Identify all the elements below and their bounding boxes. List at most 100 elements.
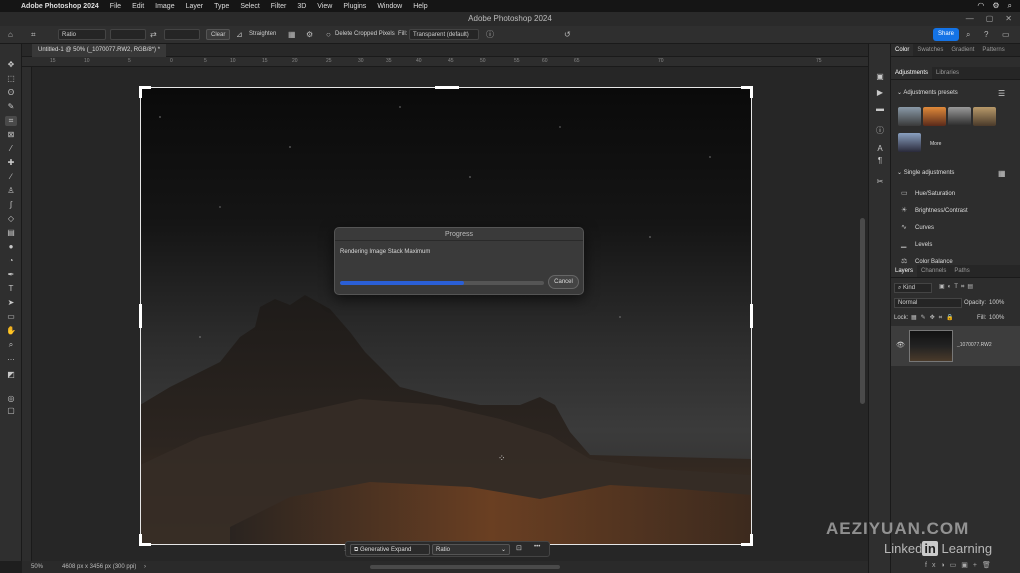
zoom-tool-icon[interactable]: ⌕ xyxy=(5,340,17,350)
status-menu-icon[interactable]: › xyxy=(144,561,146,573)
menu-image[interactable]: Image xyxy=(155,3,174,10)
history-brush-icon[interactable]: ∫ xyxy=(5,200,17,210)
libraries-icon[interactable]: ▣ xyxy=(874,72,886,82)
tab-layers[interactable]: Layers xyxy=(891,265,918,277)
path-select-icon[interactable]: ➤ xyxy=(5,298,17,308)
checkbox-icon[interactable]: ○ xyxy=(326,29,331,40)
crop-handle-bottom-right-v[interactable] xyxy=(750,534,753,546)
menu-select[interactable]: Select xyxy=(240,3,259,10)
brush-tool-icon[interactable]: ∕ xyxy=(5,172,17,182)
color-swatch-icon[interactable]: ◩ xyxy=(5,370,17,380)
eraser-icon[interactable]: ◇ xyxy=(5,214,17,224)
dodge-tool-icon[interactable]: ◔ xyxy=(5,256,17,266)
home-icon[interactable]: ⌂ xyxy=(8,29,13,40)
overlay-grid-icon[interactable]: ▦ xyxy=(288,29,296,40)
width-input[interactable] xyxy=(110,29,146,40)
crop-handle-top[interactable] xyxy=(435,86,459,89)
more-options-button[interactable]: ••• xyxy=(534,544,540,550)
tab-color[interactable]: Color xyxy=(891,44,914,56)
crop-tool-icon[interactable]: ⌗ xyxy=(5,116,17,126)
height-input[interactable] xyxy=(164,29,200,40)
search-icon[interactable]: ⌕ xyxy=(1008,1,1012,11)
crop-frame[interactable] xyxy=(139,86,753,546)
adj-color-balance[interactable]: ⚖ Color Balance xyxy=(901,257,953,265)
crop-handle-right[interactable] xyxy=(750,304,753,328)
tab-channels[interactable]: Channels xyxy=(917,265,950,277)
adj-hue-saturation[interactable]: ▭ Hue/Saturation xyxy=(901,189,955,197)
settings-gear-icon[interactable]: ⚙ xyxy=(306,29,313,40)
tab-gradient[interactable]: Gradient xyxy=(947,44,978,56)
menu-3d[interactable]: 3D xyxy=(297,3,306,10)
blur-tool-icon[interactable]: ● xyxy=(5,242,17,252)
ratio-select[interactable]: Ratio ⌄ xyxy=(432,544,510,555)
adj-brightness-contrast[interactable]: ☀ Brightness/Contrast xyxy=(901,206,968,214)
character-icon[interactable]: A xyxy=(874,144,886,154)
healing-brush-icon[interactable]: ✚ xyxy=(5,158,17,168)
more-tools-icon[interactable]: … xyxy=(5,353,17,363)
gradient-tool-icon[interactable]: ▤ xyxy=(5,228,17,238)
preset-thumbnail[interactable] xyxy=(898,133,921,152)
move-tool-icon[interactable]: ✥ xyxy=(5,60,17,70)
menu-edit[interactable]: Edit xyxy=(132,3,144,10)
comments-icon[interactable]: ▬ xyxy=(874,104,886,114)
help-icon[interactable]: ? xyxy=(984,29,988,40)
close-icon[interactable]: ✕ xyxy=(1005,12,1012,26)
share-button[interactable]: Share xyxy=(933,28,959,41)
straighten-icon[interactable]: ⊿ xyxy=(236,29,243,40)
tab-libraries[interactable]: Libraries xyxy=(932,67,963,79)
play-icon[interactable]: ▶ xyxy=(874,88,886,98)
ratio-dropdown[interactable]: Ratio xyxy=(58,29,106,40)
control-center-icon[interactable]: ⚙ xyxy=(992,1,999,11)
layer-name[interactable]: _1070077.RW2 xyxy=(957,342,992,348)
preset-thumbnail[interactable] xyxy=(973,107,996,126)
stamp-tool-icon[interactable]: ♙ xyxy=(5,186,17,196)
workspace-icon[interactable]: ▭ xyxy=(1002,29,1010,40)
lock-icons[interactable]: ▦✎✥⌗🔒 xyxy=(911,314,958,322)
wifi-icon[interactable]: ◠ xyxy=(977,1,984,11)
menu-app-name[interactable]: Adobe Photoshop 2024 xyxy=(21,3,99,10)
adjustments-presets-header[interactable]: ⌄ Adjustments presets xyxy=(897,89,958,96)
eyedropper-icon[interactable]: ⁄ xyxy=(5,144,17,154)
menu-window[interactable]: Window xyxy=(377,3,402,10)
preset-thumbnail[interactable] xyxy=(923,107,946,126)
crop-tool-icon[interactable]: ⌗ xyxy=(31,29,36,40)
menu-file[interactable]: File xyxy=(110,3,121,10)
filter-kind-dropdown[interactable]: ⌕ Kind xyxy=(894,283,932,293)
canvas-area[interactable]: ⁘ xyxy=(32,67,868,561)
menu-plugins[interactable]: Plugins xyxy=(343,3,366,10)
vertical-scrollbar[interactable] xyxy=(860,218,865,404)
layer-actions-icons[interactable]: fx◑▭▣+🗑 xyxy=(925,561,996,569)
horizontal-scrollbar[interactable] xyxy=(370,565,560,569)
delete-cropped-label[interactable]: Delete Cropped Pixels xyxy=(335,29,395,40)
grid-view-icon[interactable]: ▦ xyxy=(998,169,1006,178)
layer-filter-icons[interactable]: ▣◐T⌗▤ xyxy=(939,283,976,291)
search-icon[interactable]: ⌕ xyxy=(966,29,970,40)
type-tool-icon[interactable]: T xyxy=(5,284,17,294)
crop-handle-left[interactable] xyxy=(139,304,142,328)
generative-expand-button[interactable]: ⧉ Generative Expand xyxy=(350,544,430,555)
layer-row[interactable]: 👁 _1070077.RW2 xyxy=(891,326,1020,366)
quick-mask-icon[interactable]: ◎ xyxy=(5,394,17,404)
menu-layer[interactable]: Layer xyxy=(186,3,204,10)
maximize-icon[interactable]: ▢ xyxy=(986,12,994,26)
menu-filter[interactable]: Filter xyxy=(271,3,287,10)
more-presets-link[interactable]: More xyxy=(930,141,941,147)
list-view-icon[interactable]: ☰ xyxy=(998,89,1005,98)
cancel-button[interactable]: Cancel xyxy=(548,275,579,289)
zoom-level[interactable]: 50% xyxy=(31,561,43,573)
frame-tool-icon[interactable]: ⊠ xyxy=(5,130,17,140)
pen-tool-icon[interactable]: ✒ xyxy=(5,270,17,280)
menu-type[interactable]: Type xyxy=(214,3,229,10)
menu-help[interactable]: Help xyxy=(413,3,427,10)
fill-dropdown[interactable]: Transparent (default) xyxy=(409,29,479,40)
clear-button[interactable]: Clear xyxy=(206,29,231,40)
camera-icon[interactable]: ⊡ xyxy=(516,544,522,552)
fill-value[interactable]: 100% xyxy=(989,315,1004,321)
preset-thumbnail[interactable] xyxy=(898,107,921,126)
crop-handle-top-right-v[interactable] xyxy=(750,86,753,98)
reset-icon[interactable]: ↺ xyxy=(564,29,571,40)
swap-icon[interactable]: ⇄ xyxy=(150,29,157,40)
screen-mode-icon[interactable]: ▢ xyxy=(5,406,17,416)
marquee-tool-icon[interactable]: ⬚ xyxy=(5,74,17,84)
single-adjustments-header[interactable]: ⌄ Single adjustments xyxy=(897,169,954,176)
